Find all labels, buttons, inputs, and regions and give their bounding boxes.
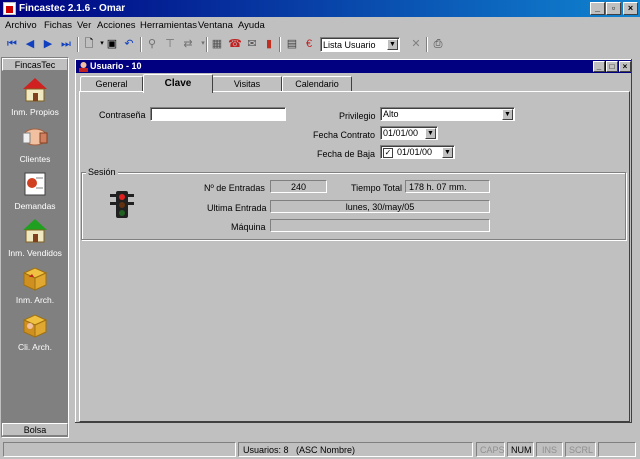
sidebar-item-clientes[interactable]: Clientes bbox=[2, 123, 68, 164]
sidebar-item-label: Inm. Vendidos bbox=[8, 248, 62, 258]
privilege-label: Privilegio bbox=[339, 111, 376, 121]
contract-date-value: 01/01/00 bbox=[383, 128, 419, 138]
handshake-icon bbox=[21, 123, 49, 151]
last-entry-label: Ultima Entrada bbox=[207, 203, 267, 213]
sidebar-item-inm-arch[interactable]: Inm. Arch. bbox=[2, 264, 68, 305]
ins-indicator: INS bbox=[536, 442, 563, 457]
child-close-button[interactable]: × bbox=[619, 61, 631, 72]
next-record-icon[interactable]: ▶ bbox=[40, 36, 56, 52]
leave-date-label: Fecha de Baja bbox=[317, 149, 376, 159]
sidebar-item-label: Clientes bbox=[19, 154, 51, 164]
app-icon[interactable] bbox=[3, 2, 16, 15]
traffic-light-icon bbox=[110, 191, 134, 218]
client-archive-icon bbox=[21, 311, 49, 339]
status-empty-right bbox=[598, 442, 636, 457]
menu-bar: Archivo Fichas Ver Acciones Herramientas… bbox=[0, 17, 640, 34]
tab-visitas[interactable]: Visitas bbox=[212, 76, 282, 92]
tab-clave[interactable]: Clave bbox=[143, 74, 213, 93]
sidebar-item-inm-vendidos[interactable]: Inm. Vendidos bbox=[2, 217, 68, 258]
child-titlebar[interactable]: Usuario - 10 _ □ × bbox=[76, 60, 631, 73]
archive-box-icon bbox=[21, 264, 49, 292]
entries-value: 240 bbox=[270, 180, 327, 193]
euro-icon[interactable]: € bbox=[301, 36, 317, 52]
menu-archivo[interactable]: Archivo bbox=[5, 20, 37, 31]
status-users: Usuarios: 8 (ASC Nombre) bbox=[238, 442, 473, 457]
contract-date-picker[interactable]: 01/01/00 ▼ bbox=[380, 126, 438, 140]
contract-date-label: Fecha Contrato bbox=[313, 130, 376, 140]
mobile-icon[interactable]: ▮ bbox=[261, 36, 277, 52]
menu-ventana[interactable]: Ventana bbox=[198, 20, 233, 31]
password-field[interactable] bbox=[150, 107, 286, 121]
total-time-value: 178 h. 07 mm. bbox=[405, 180, 490, 193]
tab-panel bbox=[79, 91, 630, 422]
menu-acciones[interactable]: Acciones bbox=[97, 20, 136, 31]
entries-label: Nº de Entradas bbox=[204, 183, 265, 193]
sidebar-item-label: Demandas bbox=[14, 201, 56, 211]
tab-calendario[interactable]: Calendario bbox=[282, 76, 352, 92]
sidebar-item-inm-propios[interactable]: Inm. Propios bbox=[2, 76, 68, 117]
list-select-value: Lista Usuario bbox=[323, 40, 376, 50]
machine-label: Máquina bbox=[231, 222, 266, 232]
phone-icon[interactable]: ☎ bbox=[227, 36, 243, 52]
machine-value bbox=[270, 219, 490, 232]
scrl-indicator: SCRL bbox=[565, 442, 596, 457]
menu-fichas[interactable]: Fichas bbox=[44, 20, 72, 31]
first-record-icon[interactable]: ⏮ bbox=[4, 36, 20, 52]
last-entry-value: lunes, 30/may/05 bbox=[270, 200, 490, 213]
sidebar-item-label: Inm. Arch. bbox=[15, 295, 55, 305]
session-title: Sesión bbox=[86, 167, 118, 177]
document-icon bbox=[21, 170, 49, 198]
status-users-count: Usuarios: 8 bbox=[243, 445, 289, 455]
find-icon[interactable]: ⚲ bbox=[144, 36, 160, 52]
grid-icon[interactable]: ▦ bbox=[209, 36, 225, 52]
child-maximize-button[interactable]: □ bbox=[606, 61, 618, 72]
chevron-down-icon[interactable]: ▼ bbox=[502, 109, 513, 120]
password-label: Contraseña bbox=[99, 110, 146, 120]
calculator-icon[interactable]: ▤ bbox=[284, 36, 300, 52]
sidebar-item-label: Inm. Propios bbox=[11, 107, 59, 117]
sort-icon[interactable]: ⇄ bbox=[180, 36, 196, 52]
list-select[interactable]: Lista Usuario ▼ bbox=[320, 37, 400, 52]
sidebar-item-demandas[interactable]: Demandas bbox=[2, 170, 68, 211]
menu-ayuda[interactable]: Ayuda bbox=[238, 20, 265, 31]
restore-button[interactable]: ▫ bbox=[606, 2, 621, 15]
status-empty bbox=[3, 442, 236, 457]
save-icon[interactable]: ▣ bbox=[104, 36, 120, 52]
leave-date-value: 01/01/00 bbox=[397, 147, 433, 157]
menu-ver[interactable]: Ver bbox=[77, 20, 91, 31]
user-icon bbox=[79, 62, 88, 72]
house-icon bbox=[21, 76, 49, 104]
privilege-select[interactable]: Alto ▼ bbox=[380, 107, 515, 121]
sidebar-header[interactable]: FincasTec bbox=[2, 58, 68, 71]
child-title: Usuario - 10 bbox=[90, 61, 142, 71]
sold-house-icon bbox=[21, 217, 49, 245]
undo-icon[interactable]: ↶ bbox=[121, 36, 137, 52]
caps-indicator: CAPS bbox=[476, 442, 505, 457]
total-time-label: Tiempo Total bbox=[351, 183, 403, 193]
filter-icon[interactable]: ⊤ bbox=[162, 36, 178, 52]
tab-general[interactable]: General bbox=[80, 76, 143, 92]
chevron-down-icon[interactable]: ▼ bbox=[425, 128, 436, 139]
sidebar-footer[interactable]: Bolsa bbox=[2, 423, 68, 436]
leave-date-checkbox[interactable]: ✓ bbox=[383, 148, 393, 158]
sidebar-item-label: Cli. Arch. bbox=[17, 342, 52, 352]
print-icon[interactable]: ⎙ bbox=[430, 36, 446, 52]
mail-icon[interactable]: ✉ bbox=[244, 36, 260, 52]
sidebar-item-cli-arch[interactable]: Cli. Arch. bbox=[2, 311, 68, 352]
chevron-down-icon[interactable]: ▼ bbox=[387, 39, 398, 50]
leave-date-picker[interactable]: ✓ 01/01/00 ▼ bbox=[380, 145, 455, 159]
window-title: Fincastec 2.1.6 - Omar bbox=[19, 3, 126, 14]
num-indicator: NUM bbox=[507, 442, 534, 457]
status-order: (ASC Nombre) bbox=[296, 445, 356, 455]
last-record-icon[interactable]: ⏭ bbox=[58, 36, 74, 52]
cancel-icon[interactable]: ✕ bbox=[408, 36, 424, 52]
child-minimize-button[interactable]: _ bbox=[593, 61, 605, 72]
close-button[interactable]: × bbox=[623, 2, 638, 15]
minimize-button[interactable]: _ bbox=[590, 2, 605, 15]
menu-herramientas[interactable]: Herramientas bbox=[140, 20, 197, 31]
chevron-down-icon[interactable]: ▼ bbox=[442, 147, 453, 158]
prev-record-icon[interactable]: ◀ bbox=[22, 36, 38, 52]
privilege-value: Alto bbox=[383, 109, 399, 119]
window-titlebar[interactable]: Fincastec 2.1.6 - Omar _ ▫ × bbox=[0, 0, 640, 17]
